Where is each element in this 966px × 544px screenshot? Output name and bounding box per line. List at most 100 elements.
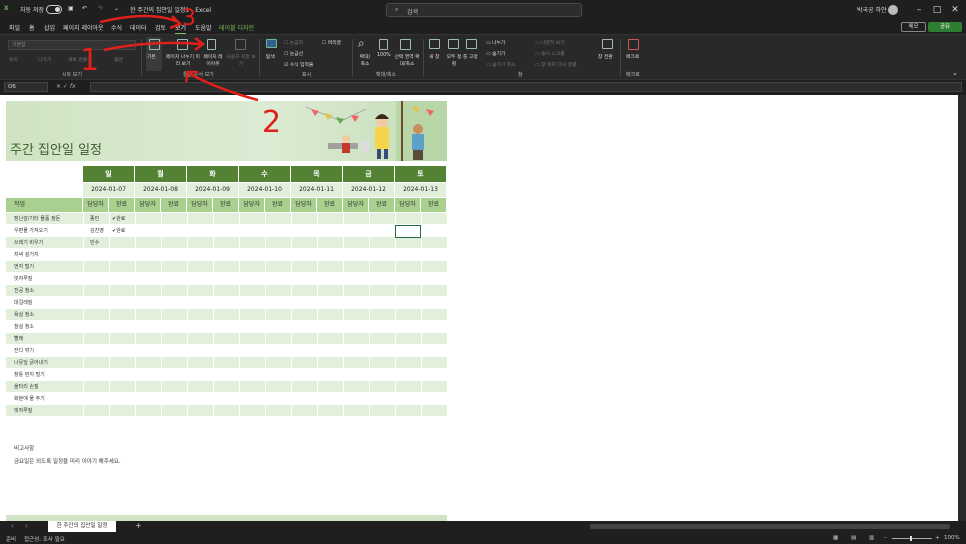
zoom-out-icon[interactable]: – xyxy=(884,535,887,541)
ruler-checkbox[interactable]: ☐ 눈금자 xyxy=(284,39,303,46)
next-sheet-icon[interactable]: › xyxy=(25,522,28,530)
tab-help[interactable]: 도움말 xyxy=(195,23,212,32)
sheet-view-dropdown[interactable]: 기본값 xyxy=(8,40,136,50)
undo-icon[interactable]: ↶ xyxy=(82,5,87,12)
tab-home[interactable]: 홈 xyxy=(29,23,35,32)
table-row[interactable]: 나뭇잎 긁어내기 xyxy=(6,357,448,369)
tab-data[interactable]: 데이터 xyxy=(130,23,147,32)
freeze-panes-button[interactable]: 틀 고정 xyxy=(463,53,478,60)
tab-view[interactable]: 보기 xyxy=(175,23,187,34)
redo-icon[interactable]: ↷ xyxy=(98,5,103,12)
horizontal-scrollbar[interactable] xyxy=(590,524,950,529)
table-row[interactable]: 잔디 깎기 xyxy=(6,345,448,357)
new-view-button[interactable]: 새로 만들기 xyxy=(68,56,92,63)
minimize-icon[interactable]: – xyxy=(912,4,926,16)
save-icon[interactable]: ▣ xyxy=(68,5,74,12)
zoom-selection-button[interactable]: 선택 영역 확대/축소 xyxy=(392,53,422,67)
accessibility-status[interactable]: 접근성: 조사 필요 xyxy=(24,535,65,543)
macro-button[interactable]: 매크로 xyxy=(626,53,639,60)
table-row[interactable]: 울타리 손질 xyxy=(6,381,448,393)
zoom-slider[interactable] xyxy=(892,538,932,539)
split-button[interactable]: ▭ 나누기 xyxy=(486,39,505,46)
table-row[interactable]: 우편물 가져오기 김진영 ✔완료 xyxy=(6,225,448,237)
switch-windows-button[interactable]: 창 전환 xyxy=(598,53,613,60)
table-row[interactable]: 빗자루질 xyxy=(6,273,448,285)
name-box[interactable]: O6 xyxy=(4,82,48,92)
date-cell[interactable]: 2024-01-11 xyxy=(291,183,342,197)
view-side-by-side-button[interactable]: ▭ 나란히 보기 xyxy=(535,39,565,46)
zoom-button[interactable]: 확대/축소 xyxy=(358,53,372,67)
done-cell[interactable]: ✔완료 xyxy=(112,227,125,234)
table-row[interactable]: 창틀 먼지 털기 xyxy=(6,369,448,381)
tab-insert[interactable]: 삽입 xyxy=(44,23,55,32)
search-box[interactable]: ⌕ 검색 xyxy=(386,3,582,17)
customize-qat-icon[interactable]: ⌄ xyxy=(114,5,119,12)
page-break-status-icon[interactable]: ▥ xyxy=(869,535,874,541)
close-icon[interactable]: ✕ xyxy=(948,4,962,16)
zoom-in-icon[interactable]: + xyxy=(935,535,940,541)
table-row[interactable]: 먼지 털기 xyxy=(6,261,448,273)
synchronous-scrolling-button[interactable]: ▭ 동시 스크롤 xyxy=(535,50,565,57)
tab-formulas[interactable]: 수식 xyxy=(111,23,122,32)
autosave-toggle[interactable] xyxy=(46,5,62,14)
page-layout-status-icon[interactable]: ▤ xyxy=(851,535,856,541)
headings-checkbox[interactable]: ☐ 머리글 xyxy=(322,39,341,46)
collapse-ribbon-icon[interactable]: ⌄ xyxy=(952,69,958,77)
view-options-button[interactable]: 옵션 xyxy=(114,56,123,63)
sheet-tab-active[interactable]: 한 주간의 집안일 일정 xyxy=(48,521,116,532)
normal-view-button[interactable]: 기본 xyxy=(147,53,156,60)
assignee-cell[interactable]: 종민 xyxy=(90,215,99,222)
formula-input[interactable] xyxy=(90,82,962,92)
page-layout-button[interactable]: 페이지 레이아웃 xyxy=(202,53,224,67)
memo-button[interactable]: 메모 xyxy=(901,22,926,32)
arrange-all-button[interactable]: 모두 정렬 xyxy=(445,53,463,67)
selected-cell[interactable] xyxy=(395,225,421,238)
table-row[interactable]: 빗자루질 xyxy=(6,405,448,417)
gridlines-checkbox[interactable]: ☐ 눈금선 xyxy=(284,50,303,57)
zoom-level[interactable]: 100% xyxy=(944,535,960,541)
unhide-button[interactable]: ▭ 숨기기 취소 xyxy=(486,61,516,68)
table-row[interactable]: 대걸레질 xyxy=(6,297,448,309)
table-row[interactable]: 쓰레기 비우기 민수 xyxy=(6,237,448,249)
exit-view-button[interactable]: 나가기 xyxy=(38,56,51,63)
done-cell[interactable]: ✔완료 xyxy=(112,215,125,222)
date-cell[interactable]: 2024-01-09 xyxy=(187,183,238,197)
custom-views-button[interactable]: 사용자 지정 보기 xyxy=(226,53,256,67)
tab-file[interactable]: 파일 xyxy=(9,23,20,32)
new-window-button[interactable]: 새 창 xyxy=(429,53,439,60)
share-button[interactable]: 공유 xyxy=(928,22,962,32)
assignee-cell[interactable]: 김진영 xyxy=(90,227,104,234)
table-row[interactable]: 침실 청소 xyxy=(6,321,448,333)
formula-bar-checkbox[interactable]: ☑ 수식 입력줄 xyxy=(284,61,313,68)
date-cell[interactable]: 2024-01-07 xyxy=(83,183,134,197)
date-cell[interactable]: 2024-01-13 xyxy=(395,183,446,197)
table-row[interactable]: 장난감/기타 물품 정돈 종민 ✔완료 xyxy=(6,213,448,225)
grid-line xyxy=(317,333,318,345)
keep-view-button[interactable]: 유지 xyxy=(9,56,18,63)
table-row[interactable]: 욕실 청소 xyxy=(6,309,448,321)
maximize-icon[interactable]: □ xyxy=(930,4,944,16)
table-row[interactable]: 화분에 물 주기 xyxy=(6,393,448,405)
table-row[interactable]: 진공 청소 xyxy=(6,285,448,297)
table-row[interactable]: 빨래 xyxy=(6,333,448,345)
tab-table-design[interactable]: 테이블 디자인 xyxy=(219,23,254,32)
table-row[interactable]: 저녁 설거지 xyxy=(6,249,448,261)
vertical-scrollbar[interactable] xyxy=(958,95,966,521)
tab-review[interactable]: 검토 xyxy=(155,23,166,32)
zoom-100-button[interactable]: 100% xyxy=(377,53,391,58)
fx-icon[interactable]: ✕ ✓ fx xyxy=(56,83,76,90)
page-break-preview-button[interactable]: 페이지 나누기 미리 보기 xyxy=(165,53,201,67)
avatar[interactable] xyxy=(888,5,898,15)
add-sheet-button[interactable]: + xyxy=(135,521,142,530)
date-cell[interactable]: 2024-01-10 xyxy=(239,183,290,197)
reset-window-position-button[interactable]: ▭ 창 위치 다시 정렬 xyxy=(535,61,577,68)
zoom-slider-thumb[interactable] xyxy=(910,536,912,541)
normal-view-status-icon[interactable]: ▦ xyxy=(833,535,838,541)
tab-page-layout[interactable]: 페이지 레이아웃 xyxy=(63,23,104,32)
prev-sheet-icon[interactable]: ‹ xyxy=(11,522,14,530)
date-cell[interactable]: 2024-01-12 xyxy=(343,183,394,197)
hide-button[interactable]: ▭ 숨기기 xyxy=(486,50,505,57)
assignee-cell[interactable]: 민수 xyxy=(90,239,99,246)
navigation-button[interactable]: 탐색 xyxy=(266,53,275,60)
date-cell[interactable]: 2024-01-08 xyxy=(135,183,186,197)
